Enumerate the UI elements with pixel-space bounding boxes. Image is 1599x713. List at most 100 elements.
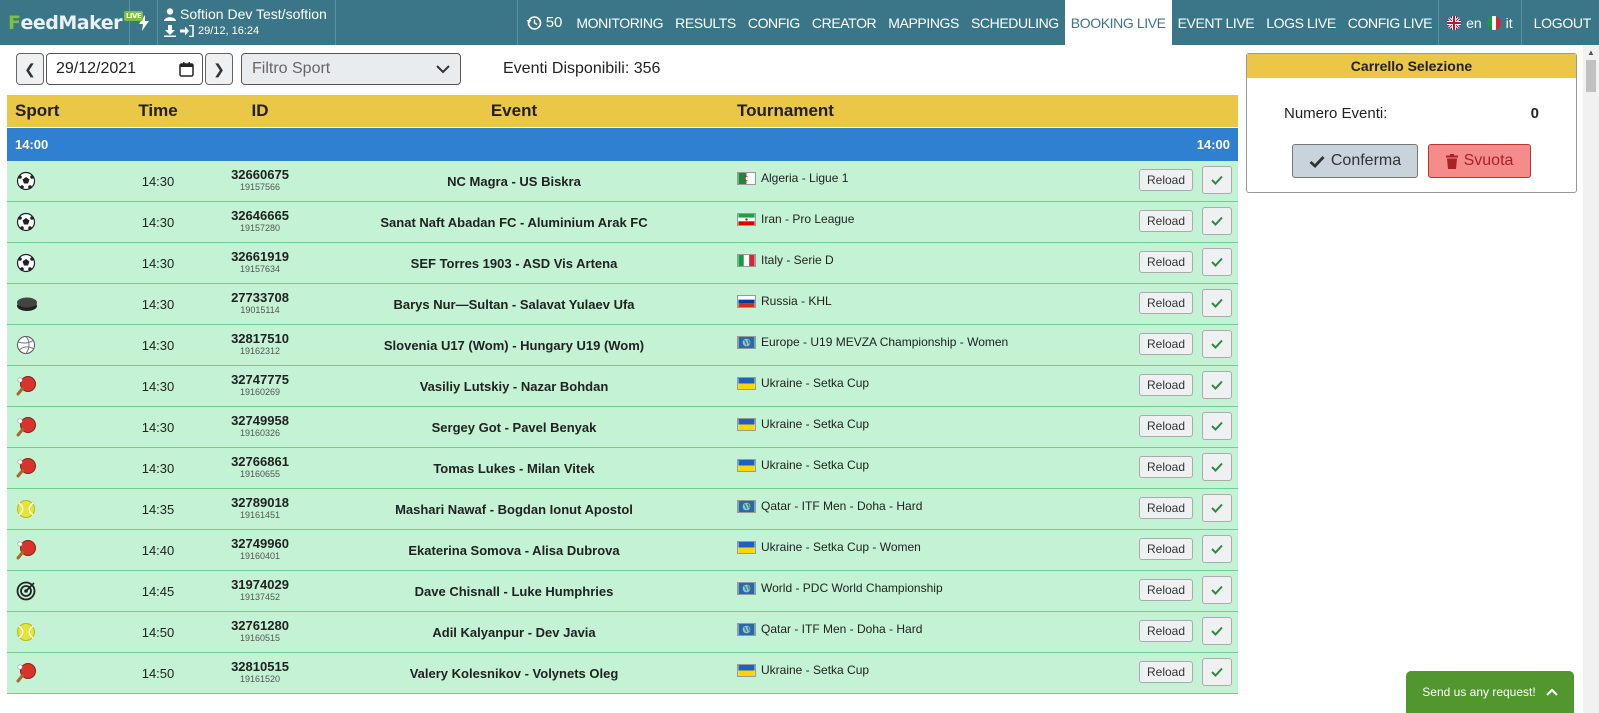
- event-time: 14:30: [141, 214, 175, 230]
- lang-en[interactable]: en: [1466, 15, 1482, 31]
- event-id: 32646665 19157280: [209, 209, 311, 235]
- nav-results[interactable]: RESULTS: [669, 0, 742, 45]
- select-event-button[interactable]: [1202, 166, 1232, 194]
- table-row[interactable]: 14:30 32661919 19157634 SEF Torres 1903 - A…: [7, 243, 1238, 284]
- event-name: Slovenia U17 (Wom) - Hungary U19 (Wom): [383, 337, 645, 353]
- event-id: 32660675 19157566: [209, 168, 311, 194]
- history-counter[interactable]: 50: [518, 0, 571, 45]
- table-row[interactable]: 14:50 32761280 19160515 Adil Kalyanpur - De…: [7, 612, 1238, 653]
- reload-button[interactable]: Reload: [1139, 661, 1193, 683]
- italy-flag-icon[interactable]: [1486, 15, 1501, 30]
- reload-button[interactable]: Reload: [1139, 415, 1193, 437]
- user-icon: [164, 7, 176, 21]
- table-row[interactable]: 14:30 27733708 19015114 Barys Nur—Sultan - …: [7, 284, 1238, 325]
- nav-config-live[interactable]: CONFIG LIVE: [1342, 0, 1438, 45]
- nav-mappings[interactable]: MAPPINGS: [882, 0, 965, 45]
- world-flag-icon: [737, 499, 756, 513]
- event-id: 32817510 19162312: [209, 332, 311, 358]
- nav-scheduling[interactable]: SCHEDULING: [965, 0, 1065, 45]
- reload-button[interactable]: Reload: [1139, 169, 1193, 191]
- check-icon: [1211, 503, 1223, 513]
- table-row[interactable]: 14:30 32749958 19160326 Sergey Got - Pavel …: [7, 407, 1238, 448]
- table-row[interactable]: 14:30 32817510 19162312 Slovenia U17 (Wom) …: [7, 325, 1238, 366]
- bolt-icon[interactable]: [130, 0, 158, 45]
- clear-button[interactable]: Svuota: [1428, 144, 1531, 178]
- event-sub-id: 19160515: [239, 633, 281, 643]
- feedmaker-logo[interactable]: FeedMaker LIVE: [0, 0, 144, 45]
- reload-button[interactable]: Reload: [1139, 251, 1193, 273]
- table-row[interactable]: 14:30 32646665 19157280 Sanat Naft Abadan F…: [7, 202, 1238, 243]
- sign-in-icon[interactable]: [180, 25, 194, 37]
- select-event-button[interactable]: [1202, 535, 1232, 563]
- table-row[interactable]: 14:30 32747775 19160269 Vasiliy Lutskiy - N…: [7, 366, 1238, 407]
- nav-monitoring[interactable]: MONITORING: [570, 0, 669, 45]
- check-icon: [1211, 667, 1223, 677]
- nav-booking-live[interactable]: BOOKING LIVE: [1064, 0, 1172, 45]
- events-table: Sport Time ID Event Tournament 14:00 14:…: [7, 95, 1238, 694]
- select-event-button[interactable]: [1202, 371, 1232, 399]
- algeria-flag-icon: [737, 171, 756, 185]
- select-event-button[interactable]: [1202, 658, 1232, 686]
- event-sub-id: 19157566: [239, 182, 281, 192]
- select-event-button[interactable]: [1202, 248, 1232, 276]
- select-event-button[interactable]: [1202, 617, 1232, 645]
- send-request-button[interactable]: Send us any request!: [1406, 671, 1574, 713]
- reload-button[interactable]: Reload: [1139, 374, 1193, 396]
- download-icon[interactable]: [164, 25, 176, 37]
- nav-logs-live[interactable]: LOGS LIVE: [1260, 0, 1342, 45]
- next-day-button[interactable]: ❯: [205, 53, 233, 85]
- uk-flag-icon[interactable]: [1447, 15, 1462, 30]
- ukraine-flag-icon: [737, 417, 756, 431]
- reload-button[interactable]: Reload: [1139, 538, 1193, 560]
- cart-title: Carrello Selezione: [1247, 54, 1576, 78]
- select-event-button[interactable]: [1202, 412, 1232, 440]
- event-id: 32749960 19160401: [209, 537, 311, 563]
- event-time: 14:30: [141, 419, 175, 435]
- col-event: Event: [490, 101, 538, 120]
- nav-event-live[interactable]: EVENT LIVE: [1172, 0, 1261, 45]
- confirm-button[interactable]: Conferma: [1292, 144, 1418, 178]
- event-tournament: Ukraine - Setka Cup - Women: [717, 540, 921, 554]
- select-event-button[interactable]: [1202, 453, 1232, 481]
- select-event-button[interactable]: [1202, 576, 1232, 604]
- table-row[interactable]: 14:35 32789018 19161451 Mashari Nawaf - Bog…: [7, 489, 1238, 530]
- event-sub-id: 19157634: [239, 264, 281, 274]
- select-event-button[interactable]: [1202, 207, 1232, 235]
- calendar-icon[interactable]: [179, 61, 194, 77]
- reload-button[interactable]: Reload: [1139, 620, 1193, 642]
- table-row[interactable]: 14:30 32766861 19160655 Tomas Lukes - Milan…: [7, 448, 1238, 489]
- reload-button[interactable]: Reload: [1139, 579, 1193, 601]
- sport-filter-select[interactable]: Filtro Sport: [241, 53, 461, 85]
- table-row[interactable]: 14:45 31974029 19137452 Dave Chisnall - Luk…: [7, 571, 1238, 612]
- col-tournament: Tournament: [737, 101, 834, 120]
- reload-button[interactable]: Reload: [1139, 333, 1193, 355]
- check-icon: [1211, 216, 1223, 226]
- nav-config[interactable]: CONFIG: [742, 0, 806, 45]
- event-sub-id: 19161520: [239, 674, 281, 684]
- time-group-row[interactable]: 14:00 14:00: [7, 127, 1238, 161]
- select-event-button[interactable]: [1202, 494, 1232, 522]
- event-name: Sanat Naft Abadan FC - Aluminium Arak FC: [380, 214, 648, 230]
- table-row[interactable]: 14:30 32660675 19157566 NC Magra - US Biskr…: [7, 161, 1238, 202]
- date-input[interactable]: 29/12/2021: [46, 53, 203, 85]
- logout-button[interactable]: LOGOUT: [1522, 0, 1599, 45]
- select-event-button[interactable]: [1202, 289, 1232, 317]
- reload-button[interactable]: Reload: [1139, 456, 1193, 478]
- table-row[interactable]: 14:40 32749960 19160401 Ekaterina Somova - …: [7, 530, 1238, 571]
- scrollbar-thumb[interactable]: [1586, 60, 1596, 92]
- nav-creator[interactable]: CREATOR: [806, 0, 882, 45]
- check-icon: [1211, 626, 1223, 636]
- lang-it[interactable]: it: [1506, 15, 1513, 31]
- reload-button[interactable]: Reload: [1139, 292, 1193, 314]
- volleyball-icon: [16, 335, 36, 355]
- select-event-button[interactable]: [1202, 330, 1232, 358]
- table-row[interactable]: 14:50 32810515 19161520 Valery Kolesnikov -…: [7, 653, 1238, 694]
- event-name: Barys Nur—Sultan - Salavat Yulaev Ufa: [393, 296, 635, 312]
- reload-button[interactable]: Reload: [1139, 497, 1193, 519]
- reload-button[interactable]: Reload: [1139, 210, 1193, 232]
- page-scrollbar[interactable]: ▲: [1583, 45, 1599, 713]
- scroll-up-icon[interactable]: ▲: [1587, 48, 1595, 57]
- prev-day-button[interactable]: ❮: [16, 53, 44, 85]
- event-tournament: Ukraine - Setka Cup: [717, 417, 869, 431]
- event-sub-id: 19137452: [239, 592, 281, 602]
